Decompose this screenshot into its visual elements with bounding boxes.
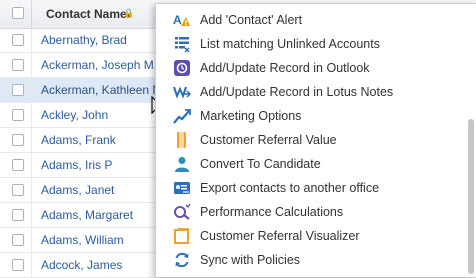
row-divider xyxy=(31,78,32,102)
menu-item-label: List matching Unlinked Accounts xyxy=(200,37,380,51)
row-divider xyxy=(31,253,32,277)
menu-item-marketing-options[interactable]: Marketing Options xyxy=(156,104,461,128)
row-divider xyxy=(31,228,32,252)
list-icon xyxy=(175,37,190,53)
row-checkbox[interactable] xyxy=(12,34,24,46)
menu-item-performance-calculations[interactable]: Performance Calculations xyxy=(156,200,461,224)
row-checkbox[interactable] xyxy=(12,159,24,171)
contact-name-link[interactable]: Adams, Frank xyxy=(41,133,116,147)
menu-scrollbar[interactable] xyxy=(467,7,475,274)
menu-item-label: Add 'Contact' Alert xyxy=(200,13,303,27)
row-divider xyxy=(31,203,32,227)
row-divider xyxy=(31,53,32,77)
contact-name-link[interactable]: Adams, Margaret xyxy=(41,208,133,222)
trend-chart-icon xyxy=(173,109,191,124)
context-menu: A Add 'Contact' Alert List matching Unli… xyxy=(155,3,476,277)
row-divider xyxy=(31,103,32,127)
menu-item-label: Add/Update Record in Lotus Notes xyxy=(200,85,394,99)
svg-text:A: A xyxy=(173,13,182,27)
row-divider xyxy=(31,178,32,202)
row-checkbox[interactable] xyxy=(12,59,24,71)
scrollbar-thumb[interactable] xyxy=(468,119,474,274)
menu-item-label: Marketing Options xyxy=(200,109,302,123)
export-card-icon xyxy=(174,182,190,194)
menu-item-sync-with-policies[interactable]: Sync with Policies xyxy=(156,248,461,272)
outlook-icon xyxy=(174,60,190,76)
column-divider xyxy=(31,0,32,28)
lotus-notes-icon xyxy=(173,86,191,99)
row-divider xyxy=(31,128,32,152)
menu-item-customer-referral-value[interactable]: Customer Referral Value xyxy=(156,128,461,152)
contact-name-link[interactable]: Adams, Iris P xyxy=(41,158,112,172)
sync-icon xyxy=(175,252,189,268)
row-checkbox[interactable] xyxy=(12,209,24,221)
row-checkbox[interactable] xyxy=(12,134,24,146)
menu-item-lotus-notes[interactable]: Add/Update Record in Lotus Notes xyxy=(156,80,461,104)
menu-item-label: Convert To Candidate xyxy=(200,157,321,171)
select-all-checkbox[interactable] xyxy=(12,7,24,19)
menu-item-convert-to-candidate[interactable]: Convert To Candidate xyxy=(156,152,461,176)
contact-name-link[interactable]: Adams, Janet xyxy=(41,183,114,197)
contact-name-link[interactable]: Ackerman, Joseph M. xyxy=(41,58,157,72)
contact-name-link[interactable]: Ackley, John xyxy=(41,108,108,122)
menu-item-add-contact-alert[interactable]: A Add 'Contact' Alert xyxy=(156,8,461,32)
menu-item-outlook[interactable]: Add/Update Record in Outlook xyxy=(156,56,461,80)
menu-item-label: Customer Referral Visualizer xyxy=(200,229,360,243)
contact-name-link[interactable]: Abernathy, Brad xyxy=(41,33,127,47)
menu-item-list-unlinked-accounts[interactable]: List matching Unlinked Accounts xyxy=(156,32,461,56)
contact-name-link[interactable]: Adams, William xyxy=(41,233,124,247)
menu-item-label: Sync with Policies xyxy=(200,253,301,267)
contact-name-link[interactable]: Ackerman, Kathleen M xyxy=(41,83,162,97)
person-icon xyxy=(175,157,189,172)
visualizer-icon xyxy=(174,228,189,244)
row-divider xyxy=(31,28,32,52)
row-checkbox[interactable] xyxy=(12,109,24,121)
row-checkbox[interactable] xyxy=(12,259,24,271)
menu-item-label: Customer Referral Value xyxy=(200,133,337,147)
column-lock-icon: 🔒 xyxy=(123,8,135,18)
menu-item-label: Add/Update Record in Outlook xyxy=(200,61,370,75)
menu-item-label: Export contacts to another office xyxy=(200,181,380,195)
menu-item-export-contacts[interactable]: Export contacts to another office xyxy=(156,176,461,200)
row-checkbox[interactable] xyxy=(12,234,24,246)
menu-item-label: Performance Calculations xyxy=(200,205,344,219)
row-checkbox[interactable] xyxy=(12,184,24,196)
contact-name-link[interactable]: Adcock, James xyxy=(41,258,122,272)
alert-icon: A xyxy=(173,13,190,27)
row-checkbox[interactable] xyxy=(12,84,24,96)
referral-value-icon xyxy=(177,132,186,148)
column-header-contact-name[interactable]: Contact Name xyxy=(46,7,127,21)
menu-item-customer-referral-visualizer[interactable]: Customer Referral Visualizer xyxy=(156,224,461,248)
row-divider xyxy=(31,153,32,177)
performance-icon xyxy=(174,203,191,220)
